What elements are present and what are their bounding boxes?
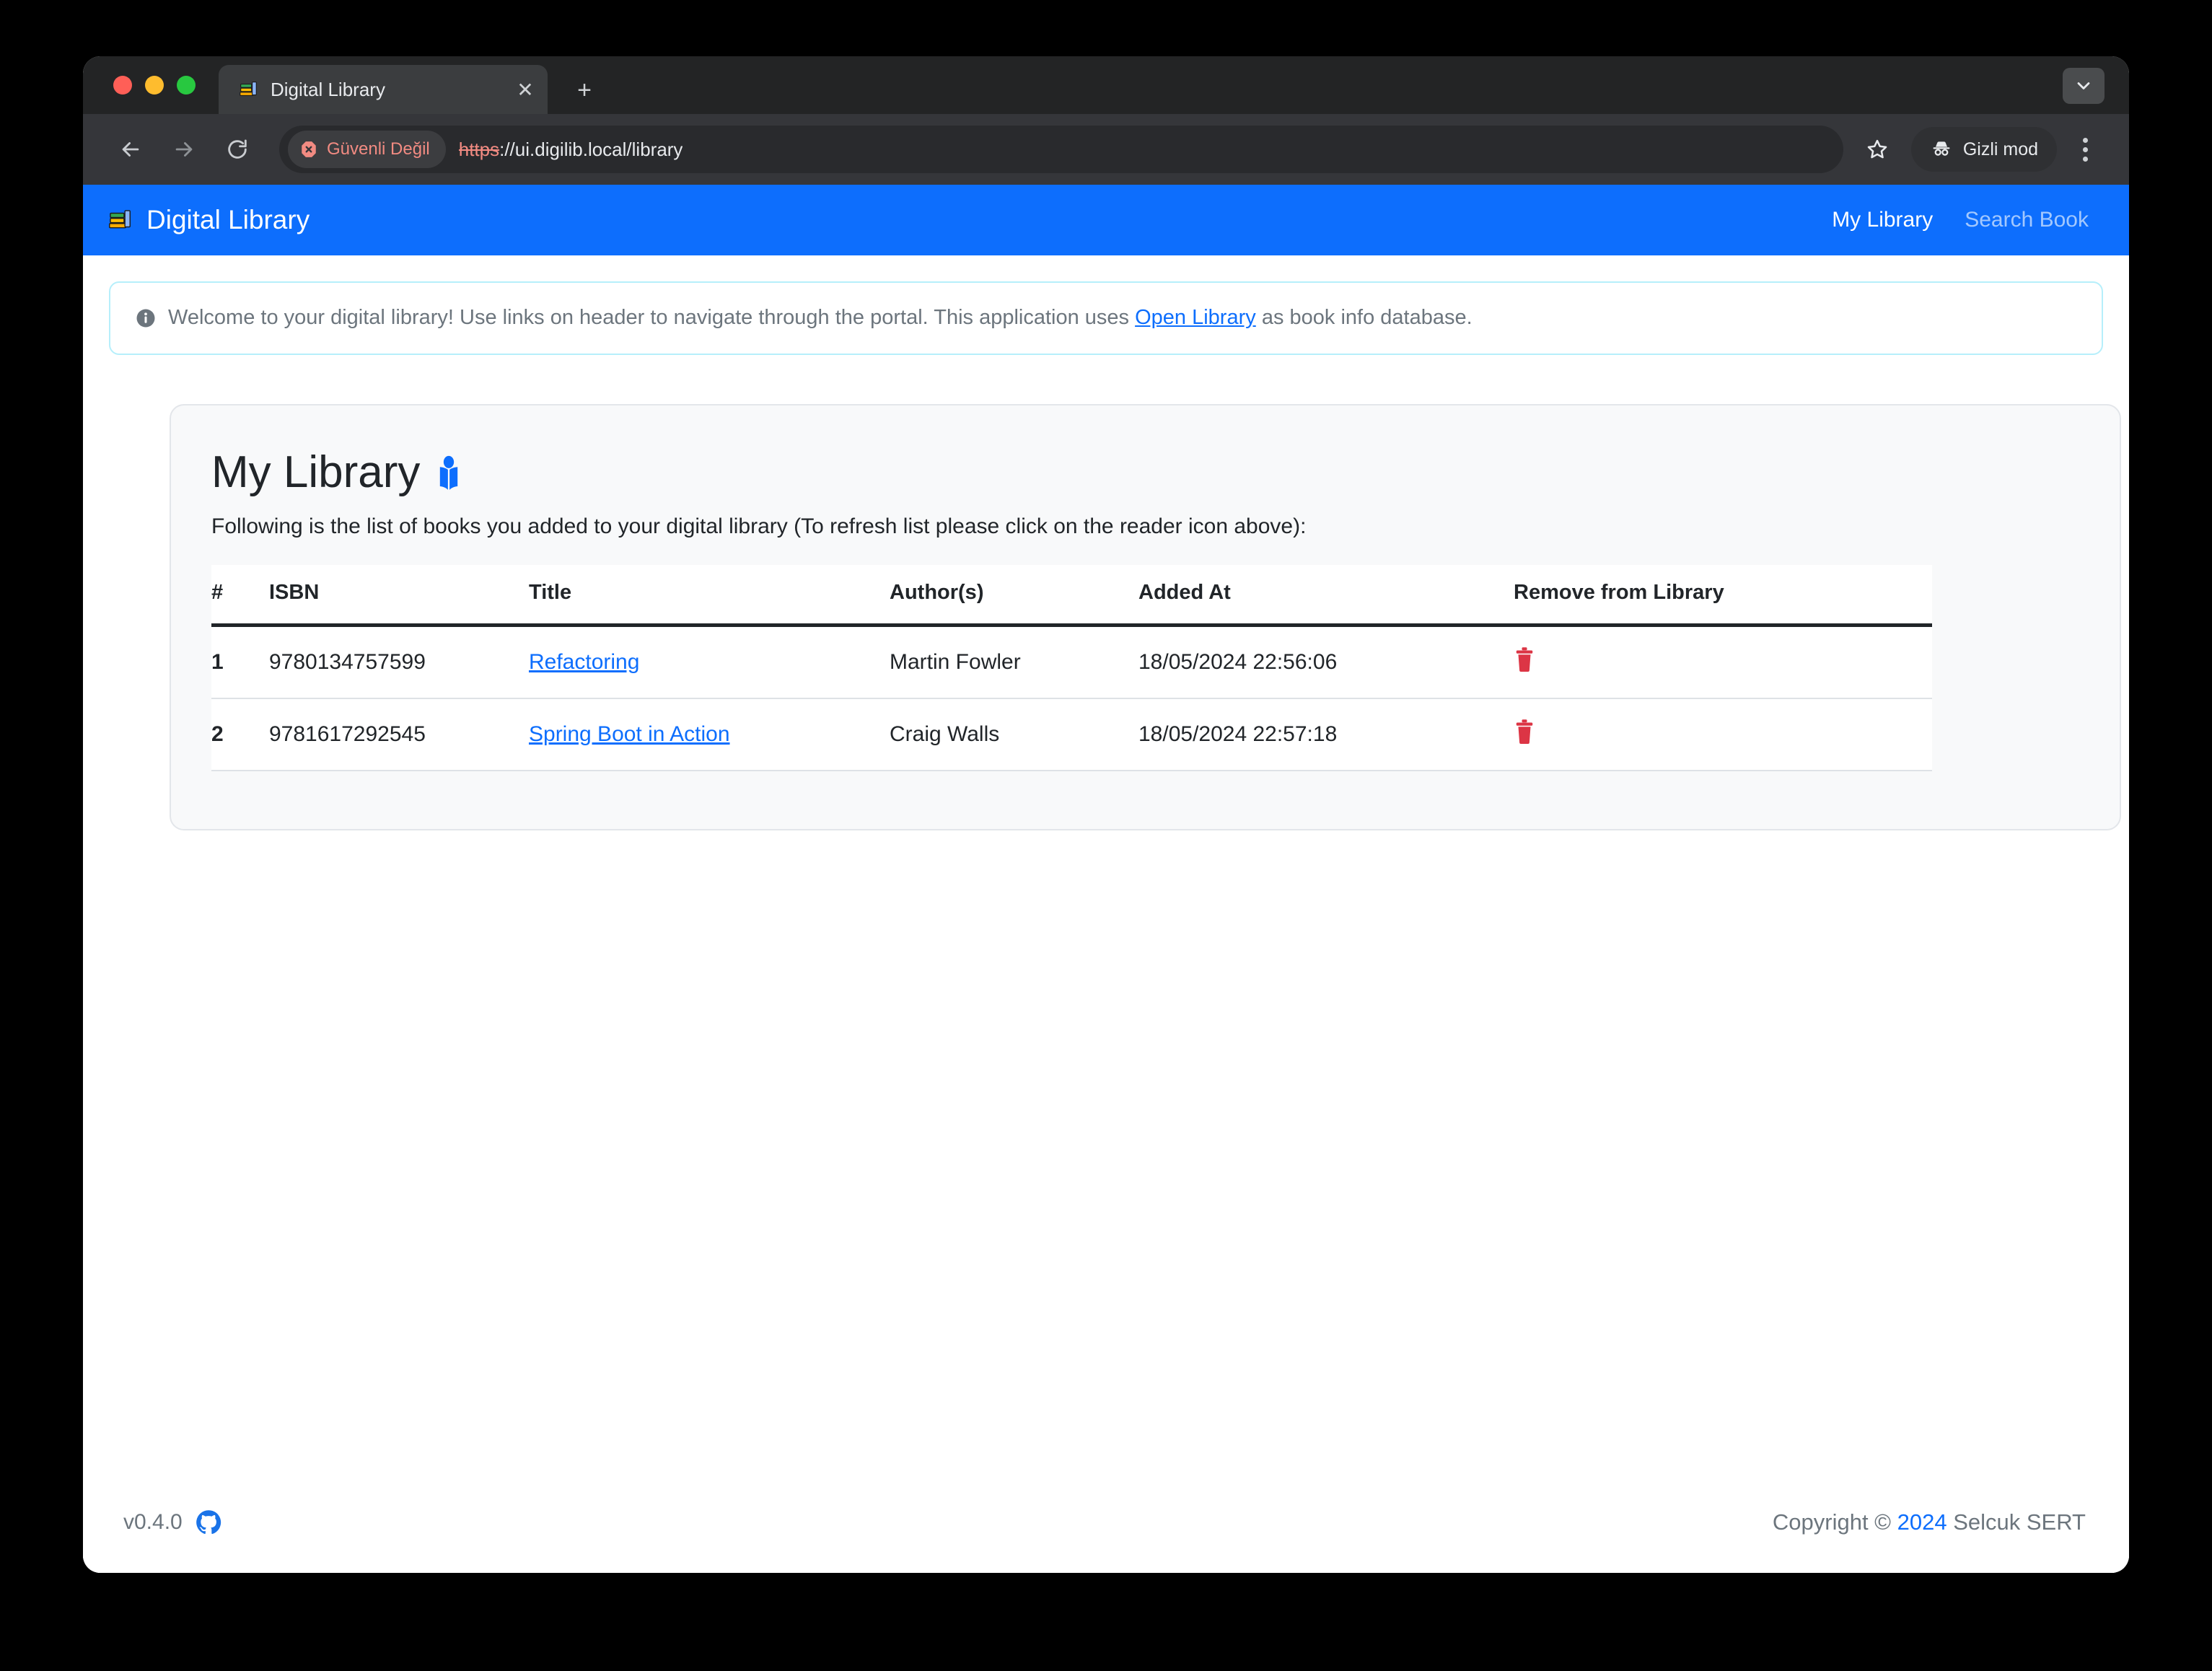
info-circle-icon — [135, 307, 157, 329]
not-secure-icon — [299, 140, 318, 159]
github-icon[interactable] — [196, 1509, 221, 1535]
books-icon — [237, 79, 259, 100]
page-viewport: Digital Library My Library Search Book W… — [83, 185, 2129, 1573]
minimize-window-button[interactable] — [145, 76, 164, 95]
browser-tab[interactable]: Digital Library ✕ — [219, 65, 548, 114]
trash-icon[interactable] — [1514, 646, 1535, 672]
open-library-link[interactable]: Open Library — [1135, 306, 1256, 329]
column-header-added-at: Added At — [1138, 564, 1514, 627]
security-status-badge[interactable]: Güvenli Değil — [288, 131, 446, 168]
app-version: v0.4.0 — [123, 1510, 183, 1534]
page-title-label: My Library — [211, 447, 421, 497]
address-bar[interactable]: Güvenli Değil https://ui.digilib.local/l… — [279, 126, 1843, 173]
browser-toolbar: Güvenli Değil https://ui.digilib.local/l… — [83, 114, 2129, 185]
url-path: ://ui.digilib.local/library — [499, 138, 683, 160]
tab-list-chevron-down-icon[interactable] — [2063, 68, 2105, 104]
cell-title: Refactoring — [529, 625, 890, 699]
trash-icon[interactable] — [1514, 719, 1535, 745]
column-header-remove: Remove from Library — [1514, 564, 1932, 627]
app-navbar-links: My Library Search Book — [1832, 208, 2089, 232]
alert-text-after: as book info database. — [1255, 306, 1473, 329]
app-navbar: Digital Library My Library Search Book — [83, 185, 2129, 255]
browser-tab-strip: Digital Library ✕ + — [83, 56, 2129, 114]
page-footer: v0.4.0 Copyright © 2024 Selcuk SERT — [83, 1472, 2129, 1573]
cell-added-at: 18/05/2024 22:57:18 — [1138, 698, 1514, 771]
kebab-menu-icon[interactable] — [2066, 127, 2105, 172]
url-scheme: https — [458, 138, 500, 160]
reader-icon[interactable] — [430, 453, 468, 491]
address-bar-url: https://ui.digilib.local/library — [459, 139, 683, 161]
table-row: 1 9780134757599 Refactoring Martin Fowle… — [211, 625, 1932, 699]
new-tab-button[interactable]: + — [568, 74, 601, 107]
column-header-title: Title — [529, 564, 890, 627]
books-icon — [106, 206, 133, 234]
incognito-icon — [1930, 136, 1953, 163]
close-tab-button[interactable]: ✕ — [510, 74, 540, 105]
column-header-index: # — [211, 564, 269, 627]
app-brand-label: Digital Library — [146, 205, 310, 234]
cell-remove — [1514, 698, 1932, 771]
copyright: Copyright © 2024 Selcuk SERT — [1773, 1509, 2086, 1535]
nav-link-my-library[interactable]: My Library — [1832, 208, 1933, 232]
close-window-button[interactable] — [113, 76, 132, 95]
cell-remove — [1514, 625, 1932, 699]
info-alert-text: Welcome to your digital library! Use lin… — [168, 304, 1473, 332]
copyright-prefix: Copyright © — [1772, 1509, 1897, 1535]
browser-tab-title: Digital Library — [271, 78, 385, 100]
cell-title: Spring Boot in Action — [529, 698, 890, 771]
back-arrow-icon[interactable] — [110, 129, 151, 170]
star-icon[interactable] — [1855, 127, 1900, 172]
maximize-window-button[interactable] — [177, 76, 196, 95]
app-brand[interactable]: Digital Library — [106, 205, 310, 235]
security-status-text: Güvenli Değil — [327, 139, 430, 159]
forward-arrow-icon[interactable] — [164, 129, 204, 170]
info-alert: Welcome to your digital library! Use lin… — [109, 281, 2103, 355]
column-header-isbn: ISBN — [269, 564, 529, 627]
footer-version-group: v0.4.0 — [123, 1509, 221, 1535]
copyright-year: 2024 — [1897, 1509, 1947, 1535]
page-description: Following is the list of books you added… — [211, 514, 1307, 538]
cell-isbn: 9780134757599 — [269, 625, 529, 699]
window-controls — [113, 56, 196, 114]
nav-link-search-book[interactable]: Search Book — [1965, 208, 2089, 232]
books-table: # ISBN Title Author(s) Added At Remove f… — [211, 564, 1932, 771]
table-row: 2 9781617292545 Spring Boot in Action Cr… — [211, 698, 1932, 771]
book-title-link[interactable]: Refactoring — [529, 650, 639, 674]
book-title-link[interactable]: Spring Boot in Action — [529, 722, 730, 746]
incognito-label: Gizli mod — [1962, 139, 2038, 159]
cell-index: 1 — [211, 625, 269, 699]
browser-window: Digital Library ✕ + Güvenli Değil https:… — [83, 56, 2129, 1573]
alert-text-before: Welcome to your digital library! Use lin… — [168, 306, 1136, 329]
cell-added-at: 18/05/2024 22:56:06 — [1138, 625, 1514, 699]
page-title: My Library — [211, 449, 2079, 496]
my-library-card: My Library Following is the list of book… — [170, 403, 2121, 830]
cell-authors: Martin Fowler — [890, 625, 1138, 699]
cell-authors: Craig Walls — [890, 698, 1138, 771]
page-content: Welcome to your digital library! Use lin… — [83, 255, 2129, 1573]
reload-icon[interactable] — [217, 129, 258, 170]
cell-isbn: 9781617292545 — [269, 698, 529, 771]
column-header-authors: Author(s) — [890, 564, 1138, 627]
copyright-suffix: Selcuk SERT — [1947, 1509, 2086, 1535]
incognito-mode-indicator[interactable]: Gizli mod — [1910, 127, 2057, 172]
table-header-row: # ISBN Title Author(s) Added At Remove f… — [211, 564, 1932, 627]
cell-index: 2 — [211, 698, 269, 771]
